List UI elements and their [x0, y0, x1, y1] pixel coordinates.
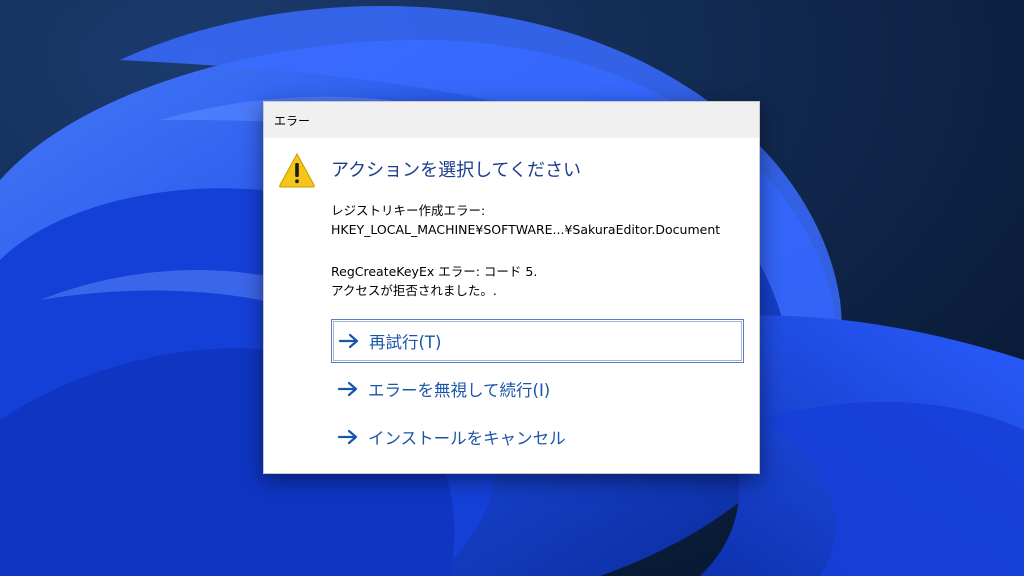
error-dialog: エラー アクションを選択してください レジストリキー作成エラー: HKEY_LO…	[263, 101, 760, 474]
message-line-2: HKEY_LOCAL_MACHINE¥SOFTWARE...¥SakuraEdi…	[331, 222, 721, 237]
dialog-titlebar[interactable]: エラー	[264, 102, 759, 138]
arrow-right-icon	[337, 381, 359, 397]
message-line-3: RegCreateKeyEx エラー: コード 5.	[331, 264, 538, 279]
arrow-right-icon	[338, 333, 360, 349]
ignore-error-continue-label: エラーを無視して続行(I)	[368, 381, 551, 400]
arrow-right-icon	[337, 429, 359, 445]
cancel-install-button[interactable]: インストールをキャンセル	[331, 415, 744, 459]
dialog-title: エラー	[274, 113, 311, 128]
message-line-1: レジストリキー作成エラー:	[331, 203, 486, 218]
retry-command-label: 再試行(T)	[369, 333, 442, 352]
dialog-heading: アクションを選択してください	[331, 160, 582, 181]
cancel-install-label: インストールをキャンセル	[368, 429, 566, 448]
ignore-error-continue-button[interactable]: エラーを無視して続行(I)	[331, 367, 744, 411]
warning-icon	[278, 152, 316, 188]
message-line-4: アクセスが拒否されました。.	[331, 283, 497, 298]
retry-command-button[interactable]: 再試行(T)	[331, 319, 744, 363]
